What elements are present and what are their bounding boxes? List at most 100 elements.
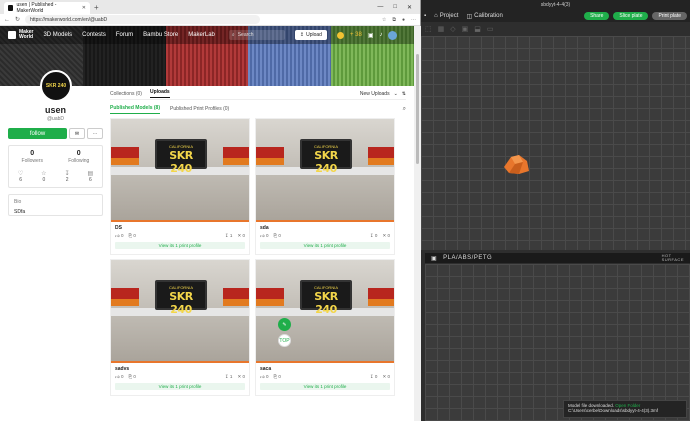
user-avatar[interactable] [388,30,398,40]
model-thumbnail[interactable]: CALIFORNIA SKR 240 [256,260,394,363]
tab-calibration[interactable]: ◫ Calibration [466,13,502,20]
model-card[interactable]: CALIFORNIA SKR 240 DS 👍︎ 0 ⎘ 0 ↧ 1 ✕ 0 V… [110,118,250,255]
followers-stat[interactable]: 0 Followers [9,150,56,164]
more-button[interactable]: ⋯ [87,128,103,139]
print-profile-link[interactable]: View its 1 print profile [115,242,245,249]
hot-line2: SURFACE [661,257,684,262]
follow-button[interactable]: follow [8,128,67,139]
split-icon[interactable]: ⬓ [474,25,481,33]
bookmark-icon: ⎘ [273,233,278,238]
favorite-icon[interactable]: ☆ [382,17,386,23]
model-card[interactable]: CALIFORNIA SKR 240 sda 👍︎ 0 ⎘ 0 ↧ 0 ✕ 0 … [255,118,395,255]
bookmark-icon: ⎘ [273,374,278,379]
plate-number: SKR 240 [314,290,338,316]
nav-3d-models[interactable]: 3D Models [43,32,72,38]
refresh-icon[interactable]: ↻ [15,16,20,23]
makerworld-logo[interactable]: Maker World [8,30,33,40]
model-name[interactable]: DS [111,222,249,232]
chevron-down-icon: ⌄ [393,90,398,97]
menu-icon[interactable]: ⋯ [411,17,416,23]
tail-lamp-right [223,288,249,306]
tab-collections[interactable]: Collections (0) [110,91,142,97]
uploads-search-icon[interactable]: ⌕ [403,106,406,113]
nav-forum[interactable]: Forum [116,32,133,38]
project-icon: ⌂ [434,13,438,19]
sort-dropdown[interactable]: New Uploads ⌄ ⇅ [360,91,406,97]
print-profile-link[interactable]: View its 1 print profile [115,383,245,390]
download-icon: ↧ [224,233,229,238]
followers-label: Followers [21,158,43,164]
tab-project[interactable]: ⌂ Project [434,13,458,19]
build-plate-label: ▣ PLA/ABS/PETG HOT SURFACE [425,253,690,263]
prints-stat: ▤ 6 [79,170,102,183]
orient-icon[interactable]: ◇ [450,25,455,33]
model-card[interactable]: CALIFORNIA SKR 240 saca 👍︎ 0 ⎘ 0 ↧ 0 ✕ 0… [255,259,395,396]
model-thumbnail[interactable]: CALIFORNIA SKR 240 [111,260,249,363]
plate-number: SKR 240 [314,149,338,175]
extensions-icon[interactable]: ⧉ [392,17,396,23]
print-plate-button[interactable]: Print plate [652,12,687,20]
gift-icon[interactable]: ▣ [368,32,374,39]
upload-button[interactable]: ↥ Upload [294,30,327,40]
maximize-button[interactable]: □ [393,4,397,11]
print-profile-link[interactable]: View its 1 print profile [260,242,390,249]
print-profile-link[interactable]: View its 1 print profile [260,383,390,390]
browser-tab[interactable]: usen | Published - MakerWorld ✕ [4,2,90,14]
model-thumbnail[interactable]: CALIFORNIA SKR 240 [256,119,394,222]
add-object-icon[interactable]: ⬚ [425,25,432,33]
back-icon[interactable]: ← [4,17,10,23]
tab-close-icon[interactable]: ✕ [82,5,86,11]
url-field[interactable]: https://makerworld.com/en/@uabD [25,15,261,24]
following-count: 0 [76,150,81,157]
model-name[interactable]: sda [256,222,394,232]
notification-bell-icon[interactable]: ♪ [379,32,382,38]
grid-view-icon[interactable]: ▦ [438,25,445,33]
slice-plate-button[interactable]: Slice plate [613,12,649,20]
site-navbar: Maker World 3D Models Contests Forum Bamb… [0,26,414,44]
likes-stat: ♡ 6 [9,170,32,183]
minimize-button[interactable]: — [377,4,383,11]
download-icon: ↧ [64,171,70,177]
points-value[interactable]: + 38 [350,32,362,38]
avatar-text: SKR 240 [45,83,67,89]
back-to-top-button[interactable]: TOP [278,334,291,347]
page-scrollbar[interactable] [414,26,421,421]
nav-makerlab[interactable]: MakerLab [188,32,215,38]
model-name[interactable]: saca [256,363,394,373]
site-search[interactable]: ⌕ Search [228,30,285,40]
toast-path: C:\Users\cerbe\Downloads\sbdyyt-4-4(3).3… [568,408,659,413]
nav-contests[interactable]: Contests [82,32,106,38]
message-button[interactable]: ✉ [69,128,85,139]
tail-lamp-left [256,288,284,306]
model-meta: 👍︎ 0 ⎘ 0 ↧ 0 ✕ 0 [256,373,394,381]
arrange-icon[interactable]: ▣ [462,25,469,33]
close-window-button[interactable]: ✕ [407,4,412,11]
3d-viewport[interactable] [421,36,690,250]
print-icon: ✕ [237,233,242,238]
floating-buttons: ✎ TOP [278,318,291,347]
layers-icon[interactable]: ▭ [487,25,494,33]
tab-uploads[interactable]: Uploads [149,89,170,98]
model-name[interactable]: sadvs [111,363,249,373]
nav-bambu-store[interactable]: Bambu Store [143,32,178,38]
profile-icon[interactable]: ● [402,17,405,23]
model-card[interactable]: CALIFORNIA SKR 240 sadvs 👍︎ 0 ⎘ 0 ↧ 1 ✕ … [110,259,250,396]
studio-menu-icon[interactable]: ▪ [424,13,426,19]
address-bar: ← ↻ https://makerworld.com/en/@uabD ☆ ⧉ … [0,14,420,26]
profile-stats: 0 Followers 0 Following ♡ 6 ☆ 0 ↧ 2 ▤ 6 [8,145,103,188]
new-tab-icon[interactable]: + [94,3,99,12]
subtab-published-models[interactable]: Published Models (8) [110,105,161,114]
studio-toolbar: ▪ ⌂ Project ◫ Calibration Share Slice plat… [421,10,690,22]
model-thumbnail[interactable]: CALIFORNIA SKR 240 [111,119,249,222]
sort-order-icon[interactable]: ⇅ [402,91,406,97]
orange-model[interactable] [501,153,531,175]
following-stat[interactable]: 0 Following [56,150,103,164]
download-toast: Model file downloaded. Open Folder C:\Us… [563,400,687,418]
edit-fab-button[interactable]: ✎ [278,318,291,331]
prints-value: 0 [387,374,390,379]
edit-icon: ✎ [282,321,287,328]
scrollbar-thumb[interactable] [416,54,419,164]
subtab-print-profiles[interactable]: Published Print Profiles (0) [170,106,229,112]
share-button[interactable]: Share [584,12,610,20]
thumbnail-accent-bar [111,361,249,363]
